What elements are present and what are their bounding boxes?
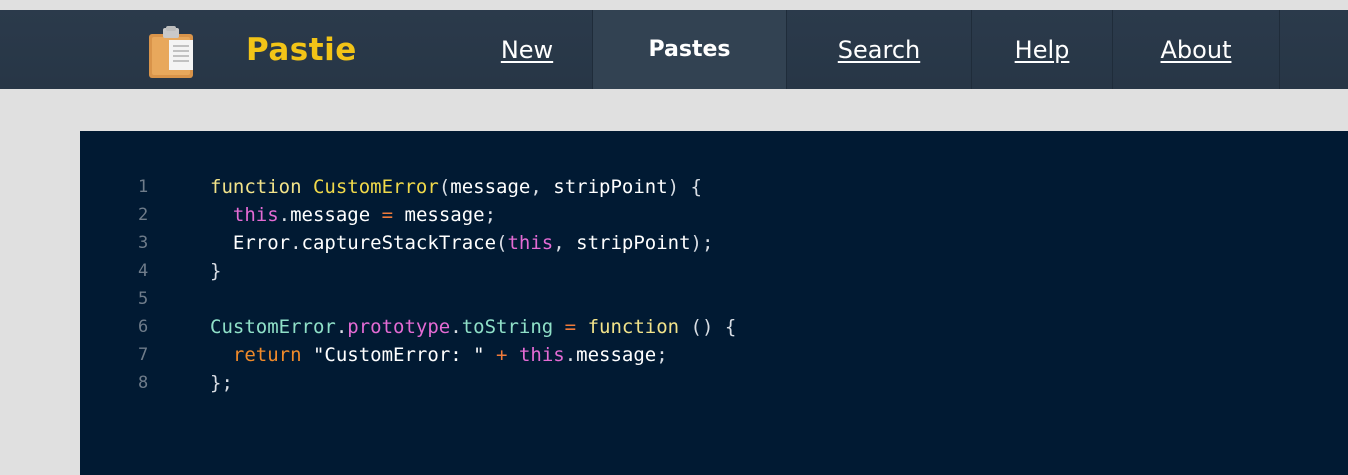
code-line: 7 return "CustomError: " + this.message; [80, 341, 1348, 369]
code-line: 6 CustomError.prototype.toString = functi… [80, 313, 1348, 341]
line-number: 3 [138, 233, 149, 253]
nav-divider [1279, 10, 1280, 89]
code-line: 4} [80, 257, 1348, 285]
line-number: 1 [138, 177, 149, 197]
code-listing: 1 function CustomError(message, stripPoin… [80, 173, 1348, 397]
main-nav: New Pastes Search Help About [0, 10, 1348, 89]
code-text: }; [210, 372, 233, 394]
line-number: 7 [138, 345, 149, 365]
code-line: 1 function CustomError(message, stripPoin… [80, 173, 1348, 201]
nav-about[interactable]: About [1113, 10, 1279, 89]
code-text: Error.captureStackTrace(this, stripPoint… [232, 232, 714, 254]
code-line: 8}; [80, 369, 1348, 397]
code-text: this.message = message; [232, 204, 497, 226]
top-navigation-bar: Pastie New Pastes Search Help About [0, 10, 1348, 89]
code-line: 5 [80, 285, 1348, 313]
code-line: 2 this.message = message; [80, 201, 1348, 229]
line-number: 8 [138, 373, 149, 393]
line-number: 4 [138, 261, 149, 281]
nav-pastes[interactable]: Pastes [593, 10, 786, 89]
nav-search[interactable]: Search [787, 10, 971, 89]
line-number: 5 [138, 289, 149, 309]
nav-help[interactable]: Help [972, 10, 1112, 89]
code-line: 3 Error.captureStackTrace(this, stripPoi… [80, 229, 1348, 257]
line-number: 2 [138, 205, 149, 225]
line-number: 6 [138, 317, 149, 337]
code-text: function CustomError(message, stripPoint… [210, 176, 702, 198]
code-text: return "CustomError: " + this.message; [232, 344, 668, 366]
nav-new[interactable]: New [462, 10, 592, 89]
code-text: } [210, 260, 222, 282]
code-block: 1 function CustomError(message, stripPoin… [80, 131, 1348, 475]
code-text: CustomError.prototype.toString = functio… [210, 316, 737, 338]
